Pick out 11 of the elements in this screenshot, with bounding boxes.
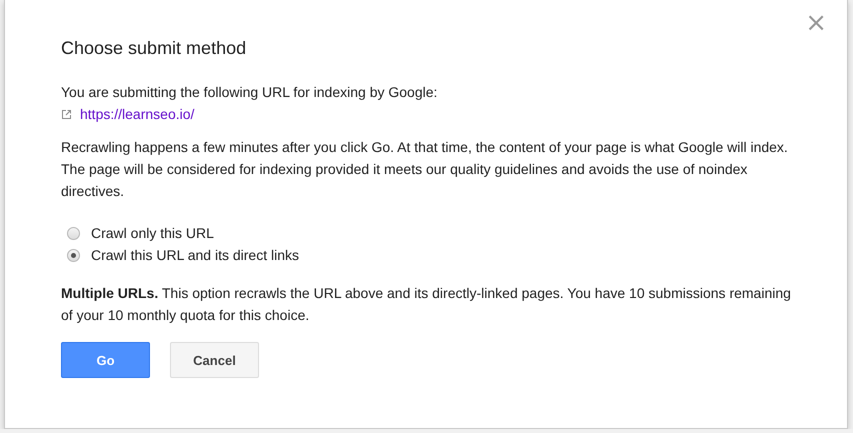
intro-text: You are submitting the following URL for indexing by Google: — [61, 83, 438, 102]
dialog-title: Choose submit method — [61, 37, 248, 60]
radio-button[interactable] — [67, 248, 80, 262]
cancel-button[interactable]: Cancel — [170, 342, 259, 378]
option-label: Crawl this URL and its direct links — [91, 246, 299, 265]
url-link[interactable]: https://learnseo.io/ — [80, 103, 194, 125]
external-link-icon — [61, 108, 72, 120]
note-text: Multiple URLs. This option recrawls the URL above and its directly-linked pages. You have 10 submissions remaining of your 10 monthly quota for this choice. — [61, 284, 791, 325]
description-text: Recrawling happens a few minutes after you click Go. At that time, the content of your page is what Google will index. The page will be considered for indexing provided it meets our quality guidelines and avoids the use of noindex directives. — [61, 138, 789, 201]
option-label: Crawl only this URL — [91, 224, 214, 243]
radio-button[interactable] — [67, 226, 80, 240]
